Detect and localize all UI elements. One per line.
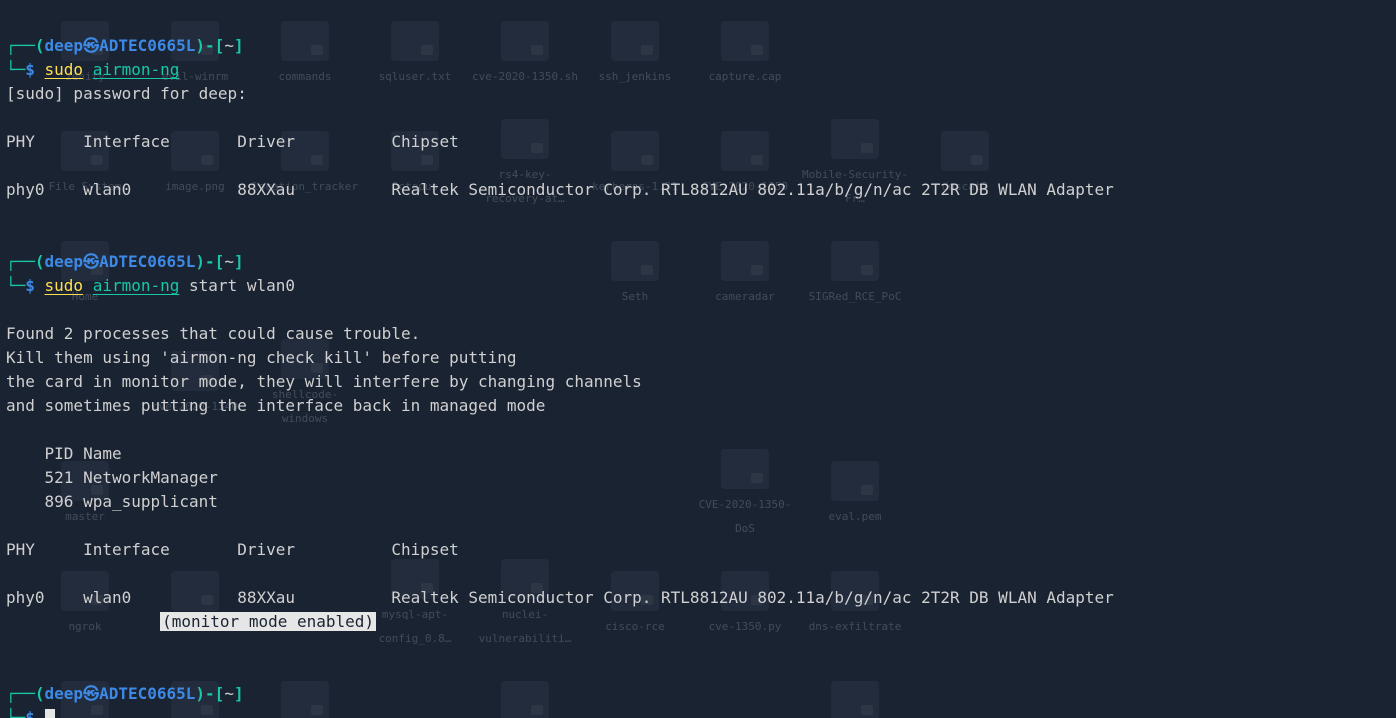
terminal[interactable]: ┌──(deep㉿ADTEC0665L)-[~] └─$ sudo airmon… — [0, 0, 1396, 718]
warning-line: Kill them using 'airmon-ng check kill' b… — [6, 348, 517, 367]
warning-line: the card in monitor mode, they will inte… — [6, 372, 642, 391]
monitor-mode-line: (monitor mode enabled) — [6, 612, 376, 631]
sudo-password-prompt: [sudo] password for deep: — [6, 84, 247, 103]
process-row: 521 NetworkManager — [6, 468, 218, 487]
process-header: PID Name — [6, 444, 122, 463]
prompt-line-1: ┌──(deep㉿ADTEC0665L)-[~] — [6, 36, 244, 55]
sudo-keyword: sudo — [45, 60, 84, 79]
warning-line: Found 2 processes that could cause troub… — [6, 324, 420, 343]
table-row-2: phy0 wlan0 88XXau Realtek Semiconductor … — [6, 588, 1114, 607]
command-name: airmon-ng — [93, 60, 180, 79]
command-line-2: └─$ sudo airmon-ng start wlan0 — [6, 276, 295, 295]
table-row-1: phy0 wlan0 88XXau Realtek Semiconductor … — [6, 180, 1114, 199]
table-header-2: PHY Interface Driver Chipset — [6, 540, 459, 559]
prompt-line-3: ┌──(deep㉿ADTEC0665L)-[~] — [6, 684, 244, 703]
prompt-line-2: ┌──(deep㉿ADTEC0665L)-[~] — [6, 252, 244, 271]
warning-line: and sometimes putting the interface back… — [6, 396, 545, 415]
command-name: airmon-ng — [93, 276, 180, 295]
table-header-1: PHY Interface Driver Chipset — [6, 132, 459, 151]
command-line-3[interactable]: └─$ — [6, 708, 55, 718]
monitor-mode-enabled-badge: (monitor mode enabled) — [160, 612, 376, 631]
cursor — [45, 709, 55, 718]
command-line-1: └─$ sudo airmon-ng — [6, 60, 179, 79]
process-row: 896 wpa_supplicant — [6, 492, 218, 511]
sudo-keyword: sudo — [45, 276, 84, 295]
